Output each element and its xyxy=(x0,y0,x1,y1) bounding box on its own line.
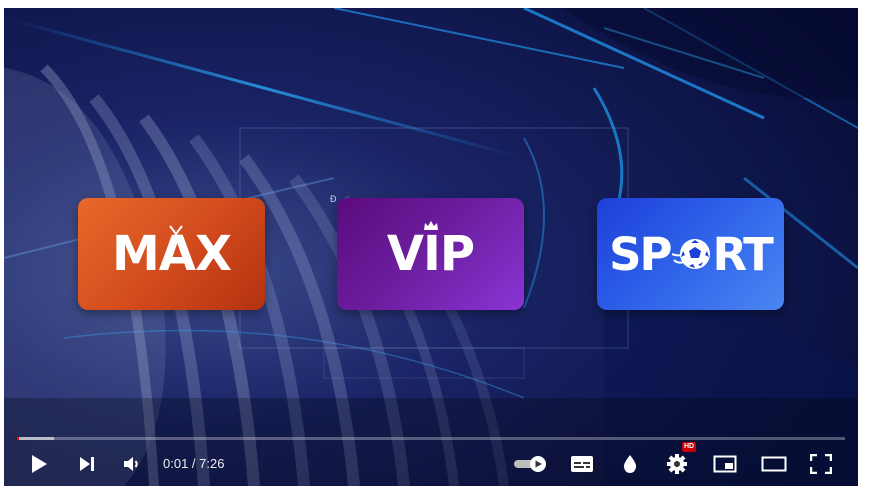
stray-glyph: Đ xyxy=(330,194,337,204)
play-icon xyxy=(32,455,47,473)
vip-tile-label: VIP xyxy=(386,226,475,282)
vip-tile: VIP xyxy=(337,198,524,310)
video-player[interactable]: Đ MAX VIP SP RT 0:01 / 7:26 xyxy=(4,8,858,486)
sport-label-end: RT xyxy=(712,227,774,281)
ambient-button[interactable] xyxy=(616,448,644,480)
player-controls: 0:01 / 7:26 xyxy=(4,448,858,480)
tv-antenna-icon xyxy=(169,225,183,240)
crown-icon xyxy=(424,221,438,230)
progress-bar[interactable] xyxy=(17,437,845,440)
subtitles-button[interactable] xyxy=(566,448,598,480)
skip-next-icon xyxy=(80,457,94,471)
miniplayer-button[interactable] xyxy=(710,448,740,480)
theater-mode-icon xyxy=(761,456,787,472)
soccer-ball-icon xyxy=(671,239,710,269)
fullscreen-button[interactable] xyxy=(806,448,836,480)
miniplayer-icon xyxy=(713,455,737,473)
max-tile: MAX xyxy=(78,198,265,310)
sport-tile-label: SP RT xyxy=(609,227,774,281)
autoplay-toggle-icon xyxy=(514,456,546,472)
droplet-icon xyxy=(623,455,637,473)
sport-tile: SP RT xyxy=(597,198,784,310)
fullscreen-icon xyxy=(810,454,832,474)
progress-played xyxy=(17,437,19,440)
theater-button[interactable] xyxy=(758,448,790,480)
time-display: 0:01 / 7:26 xyxy=(163,456,225,471)
volume-button[interactable] xyxy=(117,448,147,480)
play-button[interactable] xyxy=(24,448,54,480)
settings-button[interactable] xyxy=(662,448,692,480)
subtitles-icon xyxy=(571,456,593,472)
sport-label-start: SP xyxy=(609,227,672,281)
volume-icon xyxy=(124,457,138,471)
autoplay-toggle[interactable] xyxy=(512,448,550,480)
hd-badge: HD xyxy=(682,442,697,452)
progress-buffered xyxy=(17,437,55,440)
next-button[interactable] xyxy=(72,448,102,480)
gear-icon xyxy=(667,454,687,474)
